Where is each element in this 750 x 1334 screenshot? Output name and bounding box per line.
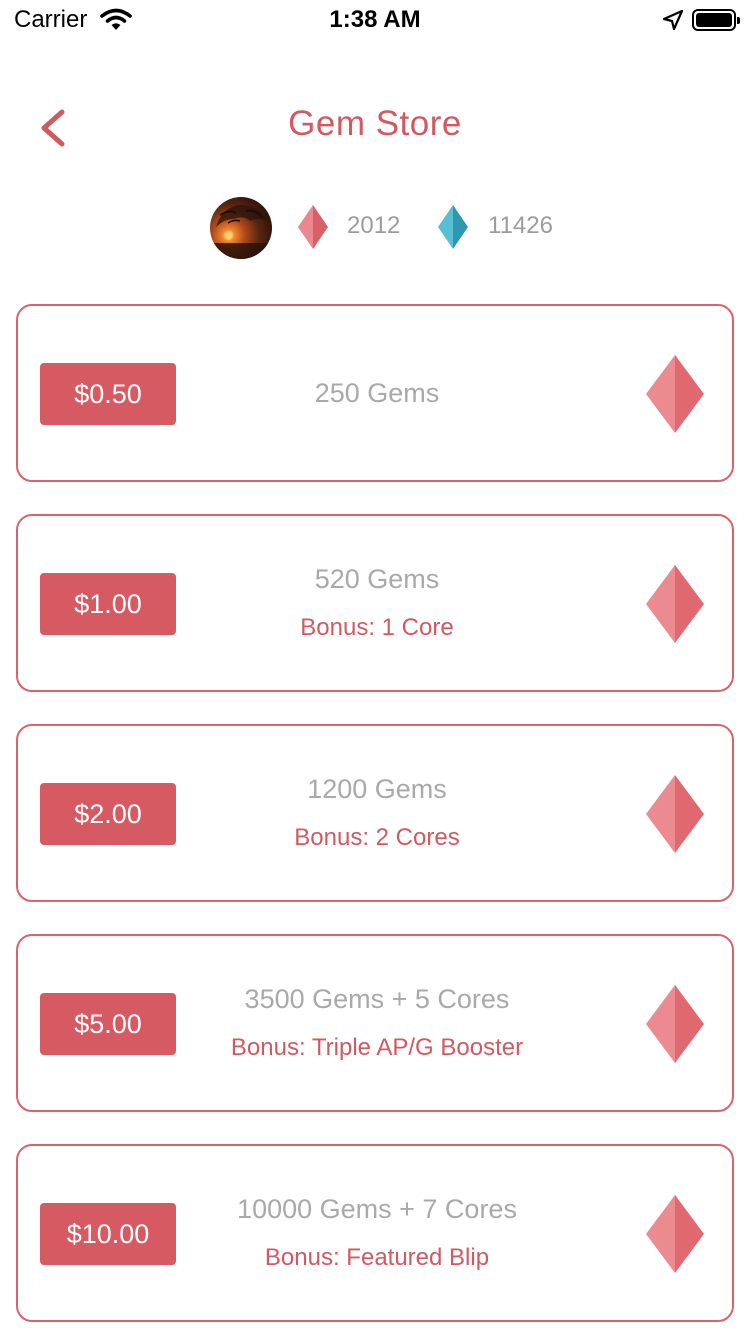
package-card[interactable]: $1.00 520 Gems Bonus: 1 Core: [16, 514, 734, 692]
blue-gem-icon: [436, 203, 470, 256]
blue-gem-balance: 11426: [488, 212, 553, 239]
package-card[interactable]: $5.00 3500 Gems + 5 Cores Bonus: Triple …: [16, 934, 734, 1112]
gem-amount: 3500 Gems + 5 Cores: [244, 984, 510, 1014]
sunset-tree-image: [210, 205, 272, 259]
package-card[interactable]: $10.00 10000 Gems + 7 Cores Bonus: Featu…: [16, 1144, 734, 1322]
package-card[interactable]: $2.00 1200 Gems Bonus: 2 Cores: [16, 724, 734, 902]
bonus-label: Bonus: 2 Cores: [294, 824, 460, 851]
gem-amount: 520 Gems: [314, 564, 440, 594]
package-card[interactable]: $0.50 250 Gems: [16, 304, 734, 482]
red-gem-icon: [296, 203, 330, 256]
gem-icon: [644, 1193, 706, 1280]
bonus-label: Bonus: Triple AP/G Booster: [230, 1034, 524, 1061]
gem-icon: [644, 983, 706, 1070]
bonus-label: Bonus: 1 Core: [300, 614, 454, 641]
location-arrow-icon: [662, 9, 684, 36]
red-gem-balance: 2012: [347, 212, 401, 239]
avatar[interactable]: [210, 197, 272, 259]
page-title: Gem Store: [288, 104, 462, 143]
gem-amount: 250 Gems: [314, 378, 440, 408]
gem-icon: [644, 353, 706, 440]
status-bar: Carrier 1:38 AM: [0, 0, 750, 40]
status-time: 1:38 AM: [329, 6, 421, 33]
gem-amount: 1200 Gems: [307, 774, 447, 804]
gem-icon: [644, 773, 706, 860]
gem-amount: 10000 Gems + 7 Cores: [237, 1194, 517, 1224]
bonus-label: Bonus: Featured Blip: [264, 1244, 490, 1271]
battery-icon: [692, 9, 740, 31]
gem-icon: [644, 563, 706, 650]
